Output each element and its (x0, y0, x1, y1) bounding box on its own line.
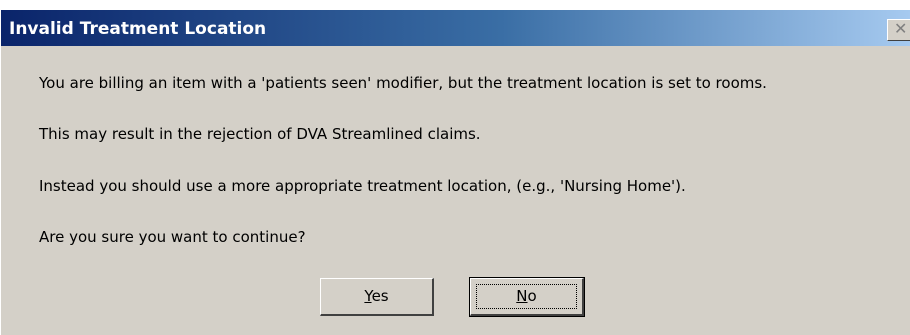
no-button-label: No (516, 279, 536, 313)
yes-button[interactable]: Yes (320, 278, 434, 316)
no-label-rest: o (527, 287, 537, 305)
no-button[interactable]: No (469, 277, 585, 317)
yes-label-rest: es (371, 287, 389, 305)
dialog-title: Invalid Treatment Location (9, 19, 267, 39)
dialog-window: Invalid Treatment Location ✕ You are bil… (0, 10, 910, 335)
title-bar[interactable]: Invalid Treatment Location ✕ (1, 10, 910, 46)
close-icon: ✕ (894, 19, 908, 38)
yes-mnemonic: Y (364, 287, 372, 305)
yes-button-label: Yes (364, 279, 388, 313)
message-line-3: Instead you should use a more appropriat… (39, 177, 686, 195)
no-mnemonic: N (516, 287, 528, 305)
message-line-1: You are billing an item with a 'patients… (39, 74, 767, 92)
message-line-2: This may result in the rejection of DVA … (39, 125, 481, 143)
message-line-4: Are you sure you want to continue? (39, 228, 306, 246)
close-button[interactable]: ✕ (887, 19, 910, 41)
